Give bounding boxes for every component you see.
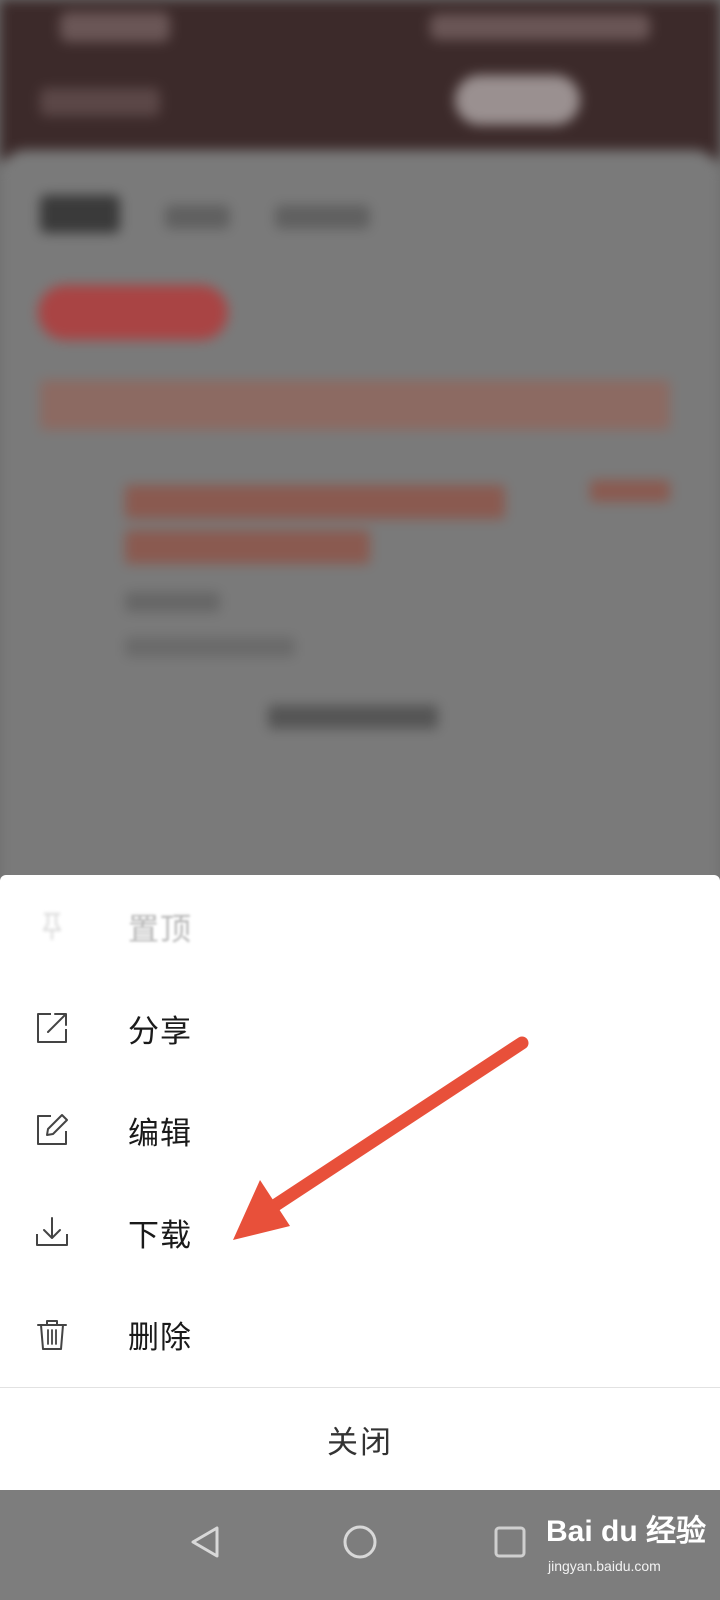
status-bar-right xyxy=(430,14,650,40)
action-sheet: 置顶 分享 编辑 下载 删除 关闭 xyxy=(0,875,720,1490)
header-pill-button xyxy=(455,75,580,125)
menu-item-download[interactable]: 下载 xyxy=(0,1181,720,1283)
background-more-link xyxy=(268,705,438,729)
menu-item-share[interactable]: 分享 xyxy=(0,977,720,1079)
background-title-line xyxy=(125,485,505,519)
background-banner xyxy=(40,380,670,430)
background-title-line xyxy=(125,530,370,564)
close-button[interactable]: 关闭 xyxy=(0,1388,720,1490)
back-icon[interactable] xyxy=(175,1512,235,1572)
background-tab xyxy=(275,205,370,229)
background-tab-active xyxy=(40,195,120,233)
background-sheet xyxy=(0,150,720,890)
edit-icon xyxy=(37,1114,68,1145)
background-meta-line xyxy=(125,592,220,612)
background-red-button xyxy=(38,285,228,340)
background-app xyxy=(0,0,720,890)
watermark-url: jingyan.baidu.com xyxy=(548,1558,661,1574)
back-navigation xyxy=(40,88,160,116)
recents-icon[interactable] xyxy=(480,1512,540,1572)
background-meta-line xyxy=(125,637,295,657)
menu-item-pin[interactable]: 置顶 xyxy=(0,875,720,977)
background-tag xyxy=(590,480,670,502)
menu-item-label: 编辑 xyxy=(128,1115,192,1152)
menu-item-delete[interactable]: 删除 xyxy=(0,1283,720,1385)
download-icon xyxy=(36,1217,68,1246)
menu-item-label: 下载 xyxy=(128,1217,192,1254)
watermark-brand: Bai du 经验 xyxy=(546,1515,707,1548)
pin-icon xyxy=(42,912,62,940)
trash-icon xyxy=(37,1320,67,1350)
menu-item-edit[interactable]: 编辑 xyxy=(0,1079,720,1181)
menu-item-label: 分享 xyxy=(128,1013,192,1050)
menu-item-label: 置顶 xyxy=(128,911,192,948)
status-bar-left xyxy=(60,12,170,42)
home-icon[interactable] xyxy=(330,1512,390,1572)
background-tab xyxy=(165,205,230,229)
baidu-watermark: Bai du 经验 jingyan.baidu.com xyxy=(546,1506,706,1586)
menu-item-label: 删除 xyxy=(128,1319,192,1356)
share-icon xyxy=(37,1013,67,1043)
